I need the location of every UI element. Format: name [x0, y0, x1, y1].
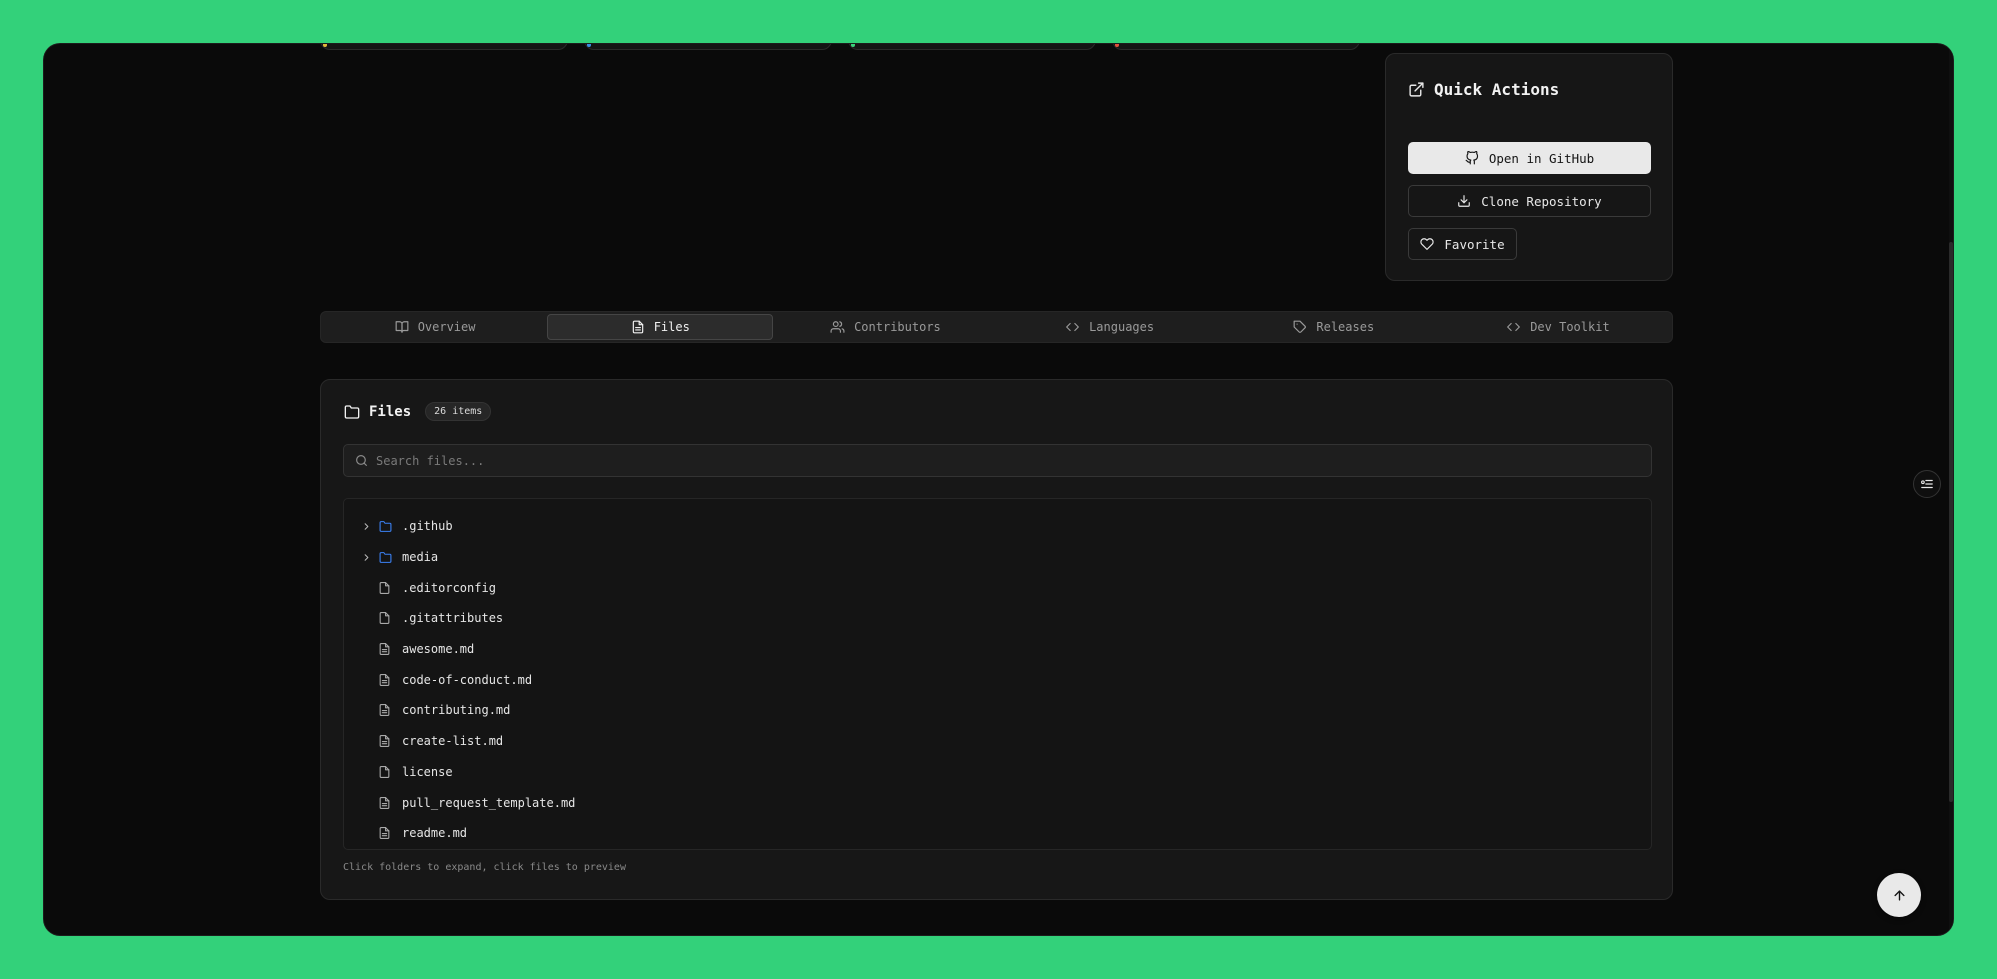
file-text-icon: [378, 826, 402, 840]
file-icon: [378, 765, 402, 779]
stat-card: [320, 44, 568, 50]
folder-row-github[interactable]: .github: [344, 511, 1651, 542]
file-text-icon: [378, 642, 402, 656]
tab-label: Releases: [1316, 320, 1375, 334]
file-name: .gitattributes: [402, 611, 504, 626]
open-in-github-label: Open in GitHub: [1488, 150, 1595, 166]
folder-row-media[interactable]: media: [344, 542, 1651, 573]
repo-tabs: Overview Files Contributors Languages Re…: [320, 311, 1673, 343]
file-name: code-of-conduct.md: [402, 672, 533, 687]
scroll-to-top-button[interactable]: [1877, 873, 1921, 917]
tag-icon: [1293, 320, 1307, 334]
tab-label: Contributors: [854, 320, 941, 334]
code-icon: [1065, 320, 1080, 334]
scrollbar-thumb[interactable]: [1949, 242, 1953, 802]
external-link-icon: [1408, 81, 1425, 98]
book-icon: [395, 320, 409, 334]
file-name: readme.md: [402, 826, 468, 841]
file-text-icon: [378, 673, 402, 687]
tab-contributors[interactable]: Contributors: [773, 314, 997, 340]
file-row[interactable]: .editorconfig: [344, 572, 1651, 603]
stat-card: [1112, 44, 1360, 50]
file-name: pull_request_template.md: [402, 795, 576, 810]
sliders-icon: [1920, 477, 1934, 491]
file-tree: .github media .editorconfig .gitattribut…: [343, 498, 1652, 850]
search-icon: [355, 454, 368, 467]
quick-actions-title: Quick Actions: [1434, 80, 1560, 99]
files-hint: Click folders to expand, click files to …: [343, 862, 626, 873]
file-text-icon: [378, 734, 402, 748]
file-search[interactable]: [343, 444, 1652, 477]
heart-icon: [1420, 237, 1435, 251]
file-name: contributing.md: [402, 703, 511, 718]
file-row[interactable]: .gitattributes: [344, 603, 1651, 634]
tab-languages[interactable]: Languages: [998, 314, 1222, 340]
clone-repository-label: Clone Repository: [1481, 193, 1602, 209]
tab-dev-toolkit[interactable]: Dev Toolkit: [1446, 314, 1670, 340]
github-icon: [1465, 151, 1479, 165]
stat-card: [848, 44, 1096, 50]
file-row[interactable]: code-of-conduct.md: [344, 664, 1651, 695]
file-name: awesome.md: [402, 642, 475, 657]
app-window: Quick Actions Open in GitHub Clone Repos…: [44, 44, 1953, 935]
tab-releases[interactable]: Releases: [1222, 314, 1446, 340]
folder-icon: [378, 551, 402, 564]
file-name: .editorconfig: [402, 580, 496, 595]
file-icon: [378, 611, 402, 625]
stat-card: [584, 44, 832, 50]
tab-files[interactable]: Files: [547, 314, 774, 340]
favorite-label: Favorite: [1444, 236, 1505, 252]
chevron-right-icon[interactable]: [344, 552, 378, 563]
tab-label: Overview: [417, 320, 476, 334]
search-input[interactable]: [376, 453, 1651, 468]
open-in-github-button[interactable]: Open in GitHub: [1408, 142, 1651, 174]
file-row[interactable]: pull_request_template.md: [344, 787, 1651, 818]
file-icon: [378, 581, 402, 595]
file-name: .github: [402, 519, 453, 534]
tab-label: Languages: [1089, 320, 1155, 334]
code-icon: [1506, 320, 1521, 334]
file-icon: [631, 320, 645, 334]
files-card: Files 26 items .github media .editorconf…: [320, 379, 1673, 900]
file-row[interactable]: readme.md: [344, 818, 1651, 849]
file-name: media: [402, 550, 439, 565]
tab-label: Files: [653, 320, 690, 334]
file-name: create-list.md: [402, 734, 504, 749]
favorite-button[interactable]: Favorite: [1408, 228, 1517, 260]
chevron-right-icon[interactable]: [344, 521, 378, 532]
quick-actions-header: Quick Actions: [1408, 80, 1559, 99]
file-row[interactable]: create-list.md: [344, 726, 1651, 757]
file-row[interactable]: awesome.md: [344, 634, 1651, 665]
file-row[interactable]: contributing.md: [344, 695, 1651, 726]
item-count-badge: 26 items: [425, 402, 492, 421]
clone-repository-button[interactable]: Clone Repository: [1408, 185, 1651, 217]
tab-overview[interactable]: Overview: [323, 314, 547, 340]
file-text-icon: [378, 703, 402, 717]
files-header: Files 26 items: [343, 402, 492, 421]
files-title: Files: [369, 403, 412, 420]
file-name: license: [402, 764, 453, 779]
quick-actions-card: Quick Actions Open in GitHub Clone Repos…: [1385, 53, 1673, 281]
settings-toggle-button[interactable]: [1913, 470, 1941, 498]
download-icon: [1457, 194, 1471, 208]
arrow-up-icon: [1892, 888, 1907, 903]
file-text-icon: [378, 796, 402, 810]
users-icon: [830, 320, 845, 334]
file-row[interactable]: license: [344, 757, 1651, 788]
folder-icon: [378, 520, 402, 533]
tab-label: Dev Toolkit: [1530, 320, 1610, 334]
folder-icon: [343, 404, 361, 420]
